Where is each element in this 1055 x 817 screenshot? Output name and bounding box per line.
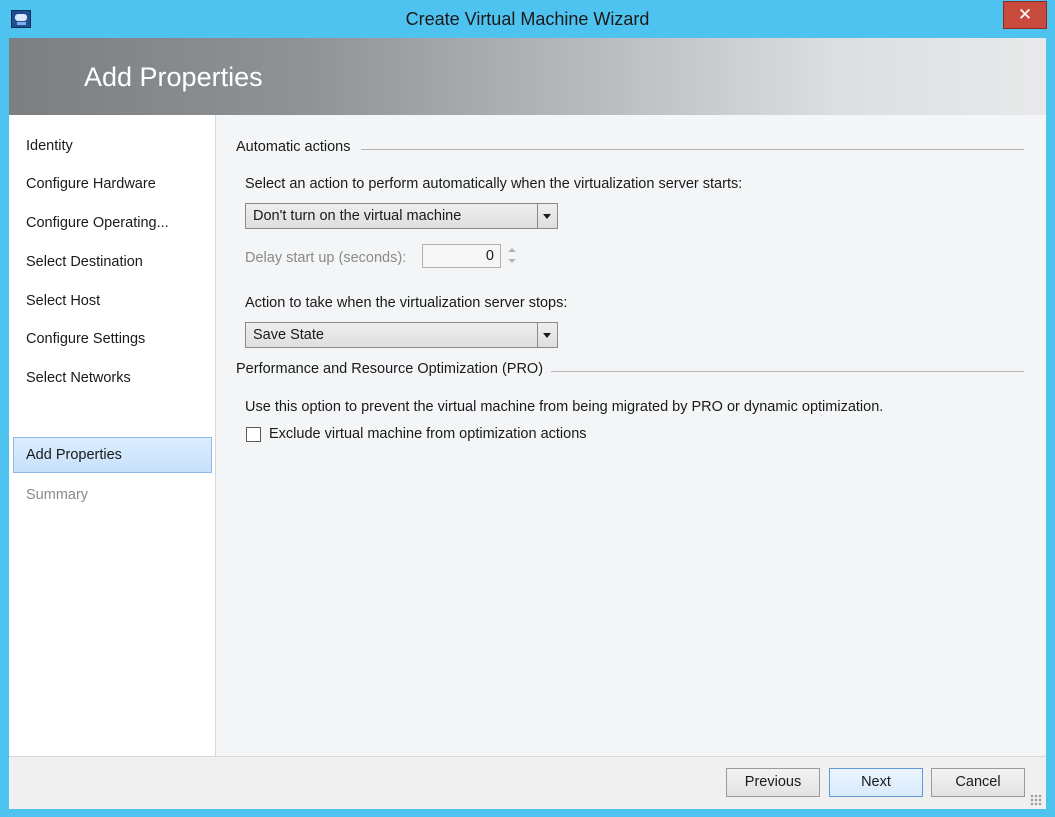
resize-grip-icon[interactable] <box>1030 794 1042 806</box>
nav-item-add-properties[interactable]: Add Properties <box>13 437 212 473</box>
nav-item-configure-settings[interactable]: Configure Settings <box>13 321 212 357</box>
nav-item-select-networks[interactable]: Select Networks <box>13 360 212 396</box>
close-button[interactable]: ✕ <box>1003 1 1047 29</box>
title-bar[interactable]: Create Virtual Machine Wizard ✕ <box>0 0 1055 38</box>
previous-button[interactable]: Previous <box>726 768 820 797</box>
spin-up-icon[interactable] <box>508 248 516 252</box>
start-action-prompt: Select an action to perform automaticall… <box>245 176 743 192</box>
delay-startup-label: Delay start up (seconds): <box>245 250 407 266</box>
nav-item-configure-operating-system[interactable]: Configure Operating... <box>13 205 212 241</box>
page-title: Add Properties <box>84 62 263 92</box>
nav-item-summary: Summary <box>26 487 89 503</box>
chevron-down-icon[interactable] <box>537 204 557 228</box>
wizard-client-area: Add Properties Identity Configure Hardwa… <box>9 38 1046 809</box>
exclude-optimization-label[interactable]: Exclude virtual machine from optimizatio… <box>269 426 587 442</box>
window-title: Create Virtual Machine Wizard <box>405 9 650 29</box>
wizard-window: Create Virtual Machine Wizard ✕ Add Prop… <box>0 0 1055 817</box>
nav-item-configure-hardware[interactable]: Configure Hardware <box>13 166 212 202</box>
stop-action-prompt: Action to take when the virtualization s… <box>245 295 568 311</box>
nav-item-identity[interactable]: Identity <box>13 128 212 164</box>
nav-item-select-destination[interactable]: Select Destination <box>13 244 212 280</box>
next-button[interactable]: Next <box>829 768 923 797</box>
automatic-actions-heading: Automatic actions <box>236 139 359 155</box>
chevron-down-icon[interactable] <box>537 323 557 347</box>
page-banner: Add Properties <box>9 38 1046 115</box>
section-divider <box>361 149 1024 150</box>
stop-action-value: Save State <box>253 327 324 343</box>
wizard-content: Automatic actions Select an action to pe… <box>216 115 1046 756</box>
delay-startup-spinner[interactable] <box>507 245 517 267</box>
pro-heading: Performance and Resource Optimization (P… <box>236 361 552 377</box>
delay-startup-input[interactable]: 0 <box>422 244 501 268</box>
start-action-dropdown[interactable]: Don't turn on the virtual machine <box>245 203 558 229</box>
spin-down-icon[interactable] <box>508 259 516 263</box>
nav-item-select-host[interactable]: Select Host <box>13 283 212 319</box>
wizard-footer: Previous Next Cancel <box>9 756 1046 809</box>
stop-action-dropdown[interactable]: Save State <box>245 322 558 348</box>
wizard-step-list: Identity Configure Hardware Configure Op… <box>9 115 216 756</box>
pro-description: Use this option to prevent the virtual m… <box>245 399 884 415</box>
exclude-optimization-checkbox[interactable] <box>246 427 261 442</box>
section-divider <box>549 371 1024 372</box>
cancel-button[interactable]: Cancel <box>931 768 1025 797</box>
start-action-value: Don't turn on the virtual machine <box>253 208 462 224</box>
